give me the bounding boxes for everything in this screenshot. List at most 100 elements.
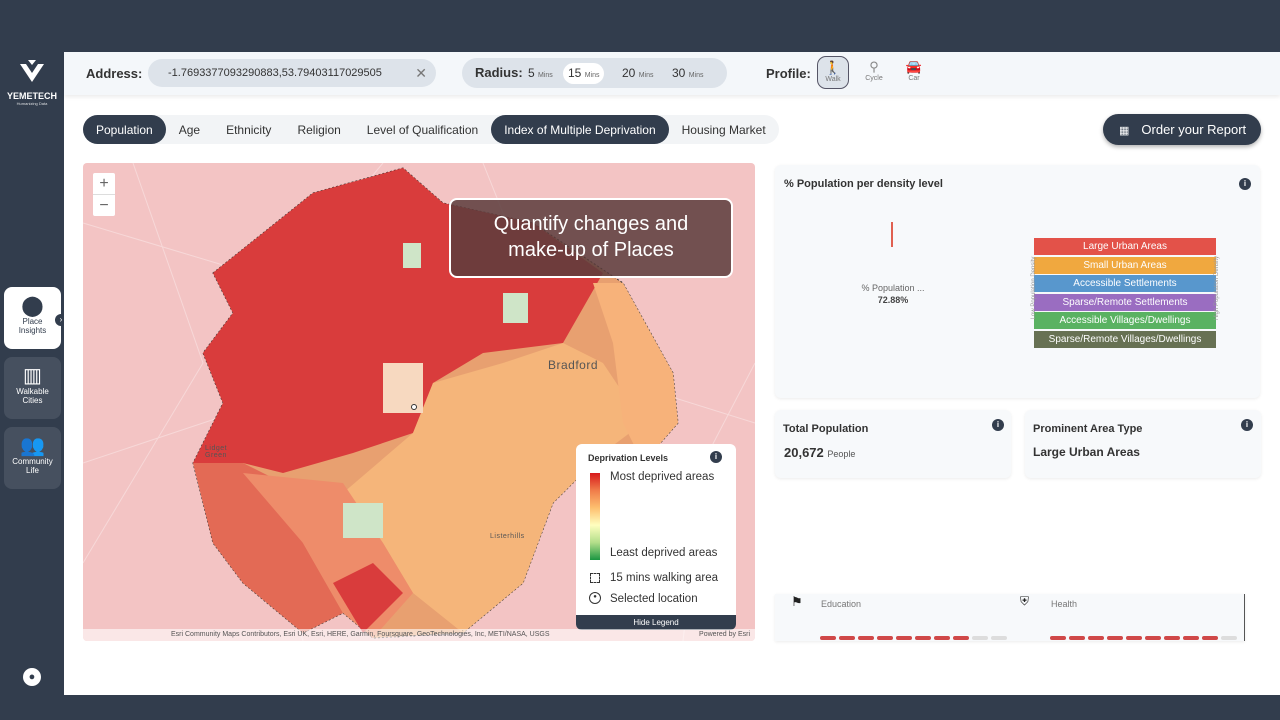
promo-banner: Quantify changes and make-up of Places [449, 198, 733, 278]
map-attribution: Esri Community Maps Contributors, Esri U… [83, 629, 755, 641]
health-icon: ⛨ [1020, 594, 1030, 608]
label: Insights [18, 326, 47, 335]
score-segment [934, 636, 950, 640]
logo: YEMETECH Humanizing Data [6, 60, 58, 106]
sidebar-item-walkable-cities[interactable]: ▥ Walkable Cities [4, 357, 61, 419]
prominent-area-value: Large Urban Areas [1033, 445, 1140, 459]
tab-religion[interactable]: Religion [284, 115, 353, 144]
radius-30[interactable]: 30 Mins [667, 63, 708, 84]
density-bands: Large Urban Areas Small Urban Areas Access… [1034, 238, 1216, 350]
card-title: Total Population [783, 423, 869, 435]
place-label: Bradford [548, 358, 599, 372]
hide-legend-button[interactable]: Hide Legend [576, 615, 736, 630]
radius-20[interactable]: 20 Mins [617, 63, 658, 84]
u: Mins [584, 72, 600, 79]
score-segment [1183, 636, 1199, 640]
legend-selected: Selected location [610, 593, 698, 605]
density-band: Accessible Villages/Dwellings [1034, 312, 1216, 330]
score-segment [1088, 636, 1104, 640]
tab-qualification[interactable]: Level of Qualification [354, 115, 491, 144]
density-card: % Population per density level i % Popul… [775, 165, 1260, 398]
profile-label: Profile: [766, 66, 811, 81]
tab-housing-market[interactable]: Housing Market [669, 115, 779, 144]
tab-population[interactable]: Population [83, 115, 166, 144]
scores-panel: ⚑ Education ⛨ Health [775, 594, 1245, 641]
bicycle-icon: ⚲ [869, 59, 879, 74]
user-circle-icon[interactable]: ● [23, 668, 41, 686]
density-band: Accessible Settlements [1034, 275, 1216, 293]
health-score-bar [1050, 636, 1237, 640]
label: Community [12, 457, 53, 466]
score-segment [1221, 636, 1237, 640]
report-icon: ▦ [1119, 125, 1130, 137]
order-label: Order your Report [1141, 122, 1247, 137]
tab-deprivation[interactable]: Index of Multiple Deprivation [491, 115, 669, 144]
score-segment [953, 636, 969, 640]
info-icon[interactable]: i [710, 451, 722, 463]
sidebar: YEMETECH Humanizing Data ⬤ Place Insights… [0, 52, 67, 695]
density-band: Small Urban Areas [1034, 256, 1216, 274]
score-segment [1202, 636, 1218, 640]
metric-label: % Population ... [861, 283, 925, 293]
attribution-text: Esri Community Maps Contributors, Esri U… [171, 631, 550, 638]
legend-title: Deprivation Levels [588, 453, 669, 463]
tab-ethnicity[interactable]: Ethnicity [213, 115, 284, 144]
address-input[interactable]: -1.7693377093290883,53.79403117029505 ✕ [148, 59, 436, 87]
dashed-square-icon [590, 573, 600, 583]
l: Car [908, 75, 920, 82]
v: 20 [622, 66, 636, 80]
density-band: Sparse/Remote Villages/Dwellings [1034, 330, 1216, 348]
zoom-out-button[interactable]: − [93, 195, 115, 216]
score-segment [1164, 636, 1180, 640]
score-segment [1107, 636, 1123, 640]
radius-5[interactable]: 5 Mins [523, 63, 558, 84]
legend-most: Most deprived areas [610, 471, 715, 483]
place-label: Lidget Green [205, 445, 228, 459]
walk-icon: 🚶 [824, 60, 842, 75]
v: 5 [528, 66, 535, 80]
target-icon: ● [589, 592, 601, 604]
label: Place [22, 317, 43, 326]
address-label: Address: [86, 66, 143, 81]
powered-by[interactable]: Powered by Esri [699, 631, 750, 638]
main-content: Address: -1.7693377093290883,53.79403117… [64, 52, 1280, 695]
zoom-in-button[interactable]: + [93, 173, 115, 195]
v: 15 [568, 66, 582, 80]
profile-car[interactable]: 🚘 Car [898, 56, 930, 89]
graduation-icon: ⚑ [791, 594, 803, 609]
score-segment [839, 636, 855, 640]
banner-line: make-up of Places [508, 239, 674, 261]
score-segment [1050, 636, 1066, 640]
population-unit: People [827, 449, 856, 459]
info-icon[interactable]: i [1241, 419, 1253, 431]
score-segment [858, 636, 874, 640]
sidebar-item-place-insights[interactable]: ⬤ Place Insights [4, 287, 61, 349]
score-segment [972, 636, 988, 640]
logo-icon [20, 60, 44, 82]
category-tabs: Population Age Ethnicity Religion Level … [83, 115, 779, 144]
info-icon[interactable]: i [1239, 178, 1251, 190]
zoom-controls: + − [93, 173, 115, 216]
prominent-area-card: Prominent Area Type i Large Urban Areas [1025, 410, 1261, 478]
radius-15[interactable]: 15 Mins [563, 63, 605, 84]
tab-age[interactable]: Age [166, 115, 213, 144]
high-density-axis: High Population Density [1214, 255, 1220, 321]
map[interactable]: + − Quantify changes and make-up of Places… [83, 163, 755, 641]
profile-walk[interactable]: 🚶 Walk [817, 56, 849, 89]
density-band: Sparse/Remote Settlements [1034, 293, 1216, 311]
car-icon: 🚘 [905, 59, 923, 74]
profile-cycle[interactable]: ⚲ Cycle [858, 56, 890, 89]
address-value: -1.7693377093290883,53.79403117029505 [168, 67, 382, 79]
v: 30 [672, 66, 686, 80]
l: Cycle [865, 75, 883, 82]
info-icon[interactable]: i [992, 419, 1004, 431]
clear-icon[interactable]: ✕ [415, 65, 427, 82]
legend-least: Least deprived areas [610, 547, 718, 559]
place-label: Listerhills [490, 533, 525, 540]
order-report-button[interactable]: ▦ Order your Report [1103, 114, 1261, 145]
sidebar-item-community-life[interactable]: 👥 Community Life [4, 427, 61, 489]
top-bar: Address: -1.7693377093290883,53.79403117… [64, 52, 1280, 95]
score-segment [820, 636, 836, 640]
map-legend: Deprivation Levels i Most deprived areas… [576, 444, 736, 630]
banner-line: Quantify changes and [493, 213, 689, 235]
